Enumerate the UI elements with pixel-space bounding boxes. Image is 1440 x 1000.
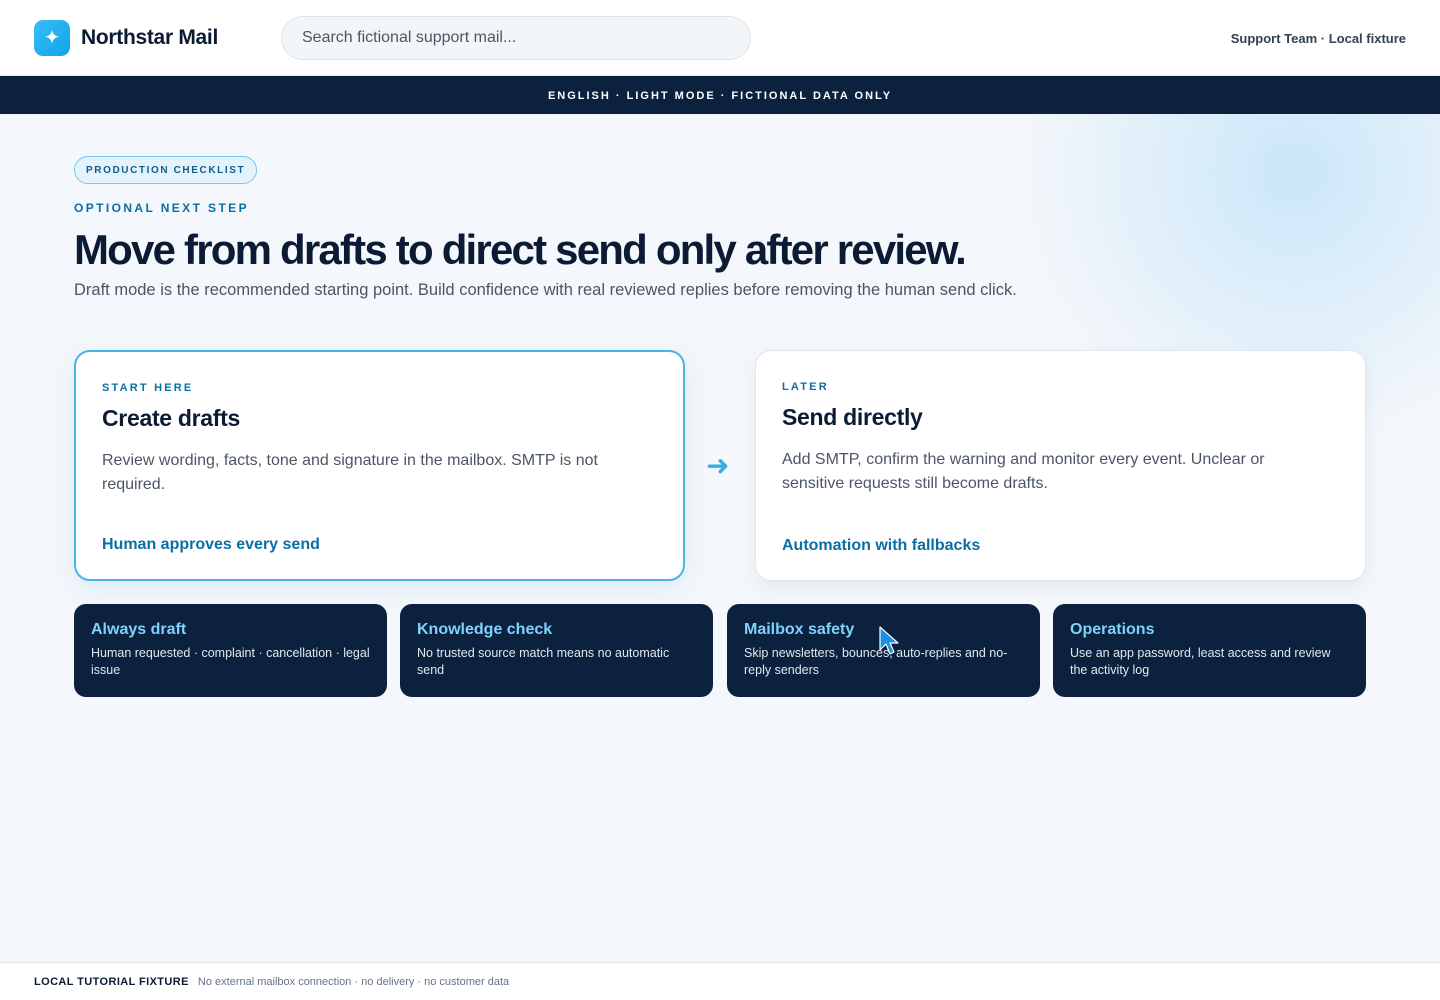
card-eyebrow: LATER — [782, 381, 829, 393]
card-footer-link[interactable]: Automation with fallbacks — [782, 537, 980, 555]
page-subtitle: Draft mode is the recommended starting p… — [74, 281, 1017, 299]
card-title: Create drafts — [102, 405, 240, 431]
tile-title: Operations — [1070, 621, 1155, 638]
top-bar: ✦ Northstar Mail Support Team · Local fi… — [0, 0, 1440, 76]
send-directly-card[interactable]: LATER Send directly Add SMTP, confirm th… — [755, 350, 1366, 581]
card-description: Add SMTP, confirm the warning and monito… — [782, 451, 1265, 492]
section-eyebrow: OPTIONAL NEXT STEP — [74, 201, 249, 215]
account-label[interactable]: Support Team · Local fixture — [1231, 31, 1406, 46]
tile-title: Knowledge check — [417, 621, 553, 638]
card-eyebrow: START HERE — [102, 382, 194, 394]
app-name[interactable]: Northstar Mail — [81, 26, 218, 50]
search-input[interactable] — [281, 16, 751, 60]
footer-note: No external mailbox connection · no deli… — [197, 976, 510, 988]
mouse-pointer-icon — [879, 626, 899, 655]
mode-banner: ENGLISH · LIGHT MODE · FICTIONAL DATA ON… — [0, 76, 1440, 114]
card-title: Send directly — [782, 404, 923, 430]
tile-knowledge-check[interactable]: Knowledge check No trusted source match … — [400, 604, 713, 697]
card-description: Review wording, facts, tone and signatur… — [102, 452, 598, 493]
tile-description: Human requested · complaint · cancellati… — [91, 646, 370, 677]
tile-description: No trusted source match means no automat… — [417, 646, 670, 677]
tile-operations[interactable]: Operations Use an app password, least ac… — [1053, 604, 1366, 697]
page-title: Move from drafts to direct send only aft… — [74, 226, 967, 273]
footer: LOCAL TUTORIAL FIXTURE No external mailb… — [0, 962, 1440, 1000]
arrow-right-icon: ➜ — [706, 450, 730, 481]
tile-always-draft[interactable]: Always draft Human requested · complaint… — [74, 604, 387, 697]
sparkle-logo-icon[interactable]: ✦ — [34, 20, 70, 56]
create-drafts-card[interactable]: START HERE Create drafts Review wording,… — [74, 350, 685, 581]
card-footer-link[interactable]: Human approves every send — [102, 536, 320, 554]
checklist-badge: PRODUCTION CHECKLIST — [74, 156, 258, 184]
tile-title: Always draft — [91, 621, 187, 638]
tile-description: Use an app password, least access and re… — [1070, 646, 1331, 677]
footer-label: LOCAL TUTORIAL FIXTURE — [34, 976, 189, 988]
